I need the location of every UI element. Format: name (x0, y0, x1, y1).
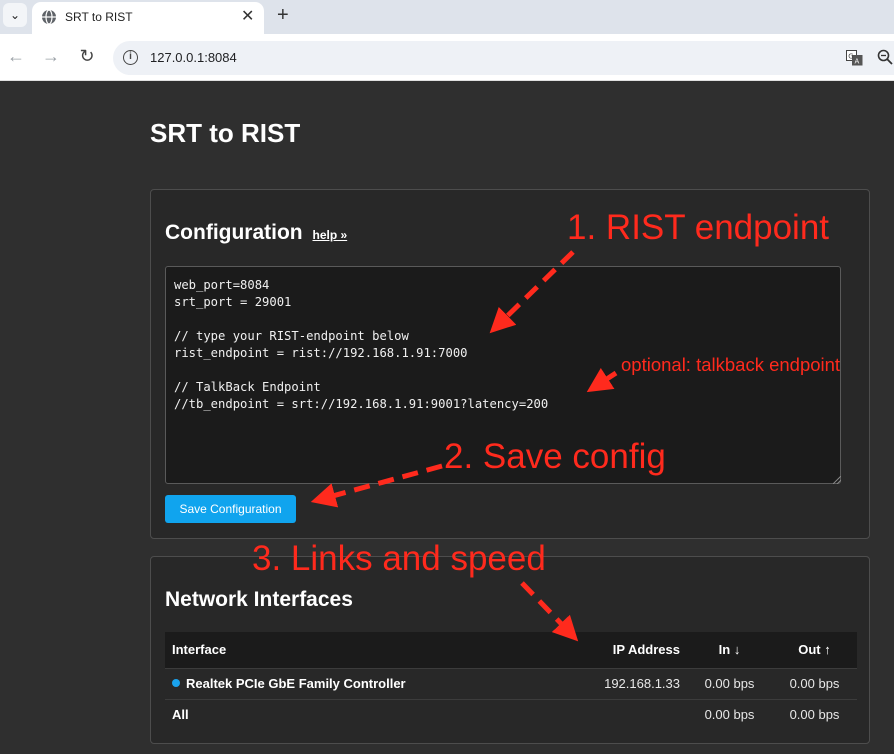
site-info-icon[interactable]: i (123, 50, 138, 65)
table-header-row: Interface IP Address In ↓ Out ↑ (165, 632, 857, 668)
network-table: Interface IP Address In ↓ Out ↑ Realtek … (165, 632, 857, 730)
ip-address-cell (576, 698, 687, 730)
tab-title: SRT to RIST (65, 10, 133, 24)
network-interfaces-card: Network Interfaces Interface IP Address … (150, 556, 870, 744)
network-interfaces-heading: Network Interfaces (165, 588, 353, 611)
save-configuration-button[interactable]: Save Configuration (165, 495, 296, 523)
configuration-heading: Configuration help » (165, 221, 347, 245)
interface-cell: Realtek PCIe GbE Family Controller (165, 667, 576, 699)
status-dot-icon (172, 679, 180, 687)
translate-icon[interactable]: G A (846, 50, 863, 66)
forward-arrow-icon[interactable]: → (39, 45, 63, 69)
in-cell: 0.00 bps (687, 698, 772, 730)
table-row: Realtek PCIe GbE Family Controller 192.1… (165, 667, 857, 699)
browser-tab[interactable]: SRT to RIST ✕ (32, 2, 264, 34)
new-tab-plus-icon[interactable]: + (277, 2, 289, 28)
resize-grip-icon[interactable] (833, 476, 841, 484)
browser-toolbar: ← → ↻ i 127.0.0.1:8084 G A (0, 34, 894, 81)
column-in: In ↓ (687, 632, 772, 668)
svg-text:G: G (848, 53, 853, 61)
interface-name: Realtek PCIe GbE Family Controller (186, 676, 406, 691)
annotation-rist-endpoint: 1. RIST endpoint (567, 208, 830, 247)
annotation-links-speed: 3. Links and speed (252, 539, 546, 578)
tab-search-chevron-icon[interactable]: ⌄ (3, 3, 27, 27)
configuration-title: Configuration (165, 221, 303, 244)
column-ip-address: IP Address (576, 632, 687, 668)
address-bar[interactable]: i 127.0.0.1:8084 G A (113, 41, 894, 75)
interface-cell: All (165, 698, 576, 730)
tab-bar: ⌄ SRT to RIST ✕ + (0, 0, 894, 34)
svg-text:A: A (855, 58, 860, 66)
url-text: 127.0.0.1:8084 (150, 50, 237, 65)
interface-name: All (172, 707, 189, 723)
annotation-talkback: optional: talkback endpoint (621, 354, 841, 375)
page-title: SRT to RIST (150, 118, 301, 148)
annotation-save-config: 2. Save config (444, 437, 666, 476)
out-cell: 0.00 bps (772, 667, 857, 699)
close-tab-icon[interactable]: ✕ (241, 7, 254, 27)
zoom-icon[interactable] (877, 49, 893, 65)
globe-icon (42, 9, 56, 25)
table-row: All 0.00 bps 0.00 bps (165, 698, 857, 730)
column-out: Out ↑ (772, 632, 857, 668)
column-interface: Interface (165, 632, 576, 668)
reload-icon[interactable]: ↻ (75, 45, 99, 69)
help-link[interactable]: help » (312, 228, 347, 242)
in-cell: 0.00 bps (687, 667, 772, 699)
ip-address-cell: 192.168.1.33 (576, 667, 687, 699)
back-arrow-icon[interactable]: ← (4, 45, 28, 69)
out-cell: 0.00 bps (772, 698, 857, 730)
